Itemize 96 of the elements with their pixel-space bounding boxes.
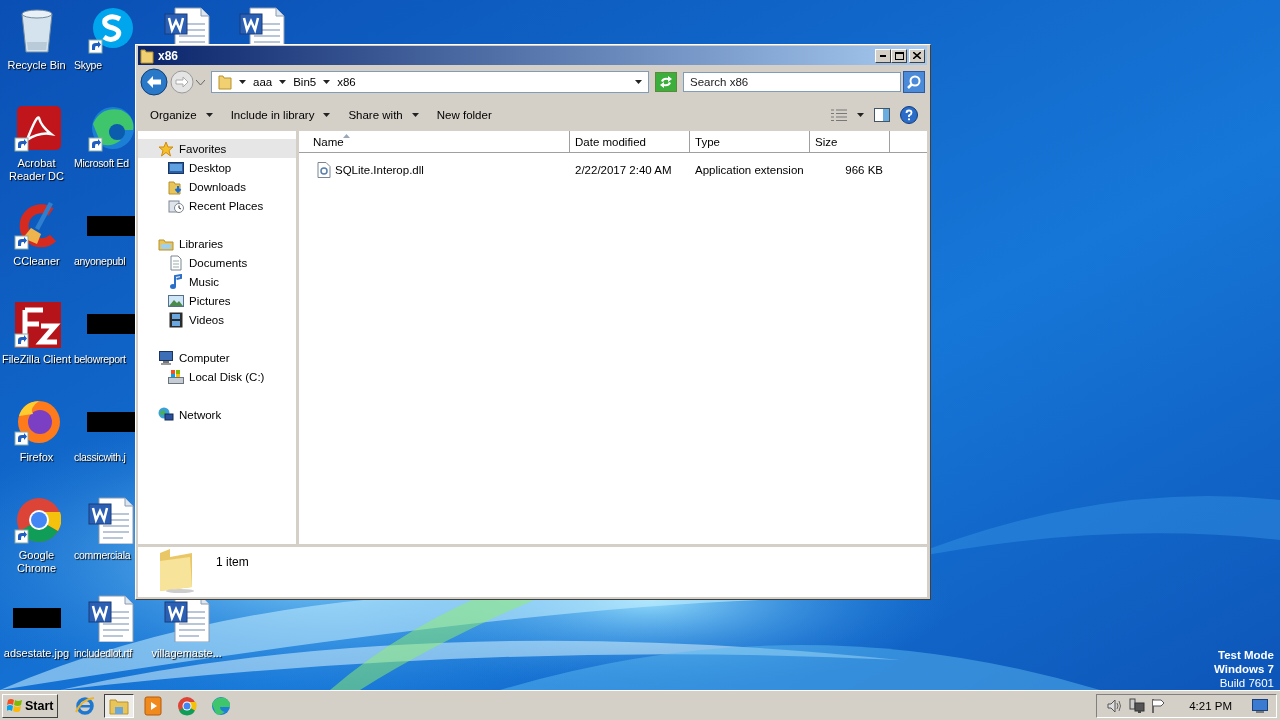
refresh-icon (659, 76, 673, 88)
close-button[interactable] (909, 48, 925, 63)
table-cell-text: 2/22/2017 2:40 AM (574, 164, 673, 176)
caret-icon (857, 113, 864, 117)
nav-item[interactable]: Computer (138, 348, 296, 367)
icon-label: belowreport (74, 353, 126, 366)
icon-label: villagemaste... (151, 647, 222, 660)
preview-pane-icon (874, 108, 890, 122)
back-button[interactable] (140, 68, 168, 96)
clock: 4:21 PM (1189, 699, 1232, 712)
column-header[interactable]: Date modified (570, 131, 690, 152)
browser-icon (210, 694, 233, 717)
caret-icon (279, 80, 287, 84)
nav-item[interactable]: Downloads (138, 177, 296, 196)
icon-label: classicwith.j (74, 451, 126, 464)
icon-label: anyonepubl (74, 255, 126, 268)
icon-label: Firefox (19, 451, 54, 464)
folder-icon (218, 74, 232, 90)
close-icon (913, 52, 921, 59)
caret-icon (323, 113, 331, 117)
system-text: Build 7601 (1219, 676, 1274, 690)
nav-item[interactable]: Desktop (138, 158, 296, 177)
caret-icon (411, 113, 419, 117)
icon-label: Skype (74, 59, 102, 72)
nav-item[interactable]: Network (138, 405, 296, 424)
sort-arrow-icon (343, 134, 350, 138)
column-header[interactable]: Type (690, 131, 810, 152)
browser-icon (74, 694, 97, 717)
minimize-icon (880, 54, 886, 57)
caret-icon (205, 113, 213, 117)
dropdown-arrow-icon (635, 80, 642, 84)
folder-icon (168, 178, 184, 195)
show-desktop-icon[interactable] (1252, 698, 1268, 713)
file-name-cell: SQLite.Interop.dll (299, 162, 570, 178)
star-icon (158, 140, 174, 157)
icon-label: FileZilla Client (1, 353, 72, 366)
speaker-icon[interactable] (1107, 697, 1124, 714)
toolbar-button[interactable]: Share with (340, 105, 427, 125)
folder-icon (140, 47, 154, 64)
maximize-button[interactable] (891, 48, 907, 63)
browser-icon (176, 694, 199, 717)
toolbar-button[interactable]: Include in library (222, 105, 339, 125)
recent-places-icon (168, 197, 184, 214)
nav-item[interactable]: Recent Places (138, 196, 296, 215)
music-note-icon (168, 273, 184, 290)
pictures-icon (168, 292, 184, 309)
breadcrumb-item[interactable]: Bin5 (293, 76, 317, 88)
table-cell-text: Application extension (694, 164, 805, 176)
search-field[interactable]: Search x86 (683, 72, 901, 92)
window-title: x86 (158, 48, 180, 63)
maximize-icon (894, 51, 904, 60)
icon-label: adsestate.jpg (3, 647, 70, 660)
breadcrumb-item[interactable]: x86 (337, 76, 356, 88)
column-header[interactable]: Size (810, 131, 890, 152)
icon-label: commerciala (74, 549, 131, 562)
monitor-icon (168, 159, 184, 176)
nav-item[interactable]: Pictures (138, 291, 296, 310)
icon-label: Acrobat Reader DC (8, 157, 65, 183)
system-text: Test Mode (1218, 648, 1274, 662)
nav-item[interactable]: Documents (138, 253, 296, 272)
taskbar-button[interactable] (104, 693, 135, 718)
item-count: 1 item (216, 555, 249, 569)
toolbar-button[interactable]: New folder (428, 105, 500, 125)
network-icon[interactable] (1129, 697, 1146, 714)
icon-label: Recycle Bin (7, 59, 66, 72)
caret-icon (239, 80, 246, 84)
column-header[interactable]: Name (299, 131, 570, 152)
search-icon (907, 75, 921, 89)
nav-item[interactable]: Music (138, 272, 296, 291)
nav-item[interactable]: Favorites (138, 139, 296, 158)
nav-item[interactable]: Libraries (138, 234, 296, 253)
file-icon (317, 162, 331, 178)
media-player-icon (142, 694, 165, 717)
film-icon (168, 311, 184, 328)
icon-label: Google Chrome (15, 549, 58, 575)
network-icon (158, 406, 174, 423)
table-cell-text: 966 KB (844, 164, 883, 176)
icon-label: CCleaner (13, 255, 60, 268)
nav-item[interactable]: Videos (138, 310, 296, 329)
nav-item[interactable]: Local Disk (C:) (138, 367, 296, 386)
document-icon (168, 254, 184, 271)
start-button[interactable]: Start (2, 693, 59, 718)
hard-disk-icon (168, 368, 184, 385)
caret-icon (323, 80, 331, 84)
address-bar[interactable]: aaa Bin5 x86 (211, 71, 649, 93)
breadcrumb-item[interactable]: aaa (253, 76, 273, 88)
minimize-button[interactable] (875, 48, 891, 63)
toolbar-button[interactable]: Organize (142, 105, 221, 125)
list-view-icon (831, 109, 847, 121)
windows-logo-icon (7, 698, 23, 713)
help-icon (900, 106, 918, 124)
icon-label: Microsoft Ed (74, 157, 129, 170)
system-text: Windows 7 (1214, 662, 1274, 676)
refresh-button[interactable] (655, 72, 677, 92)
search-button[interactable] (903, 71, 925, 93)
computer-icon (158, 349, 174, 366)
